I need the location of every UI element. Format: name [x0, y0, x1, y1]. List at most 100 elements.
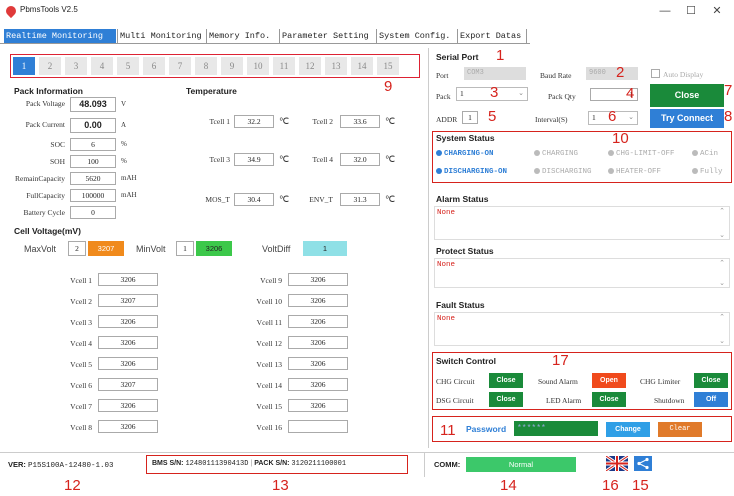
tab-memory-info[interactable]: Memory Info. [206, 29, 278, 43]
window-title: PbmsTools V2.5 [20, 5, 78, 14]
footer-divider [0, 452, 734, 453]
tab-system-config[interactable]: System Config. [376, 29, 456, 43]
scroll-up-icon[interactable]: ⌃ [719, 313, 725, 321]
status-label: DISCHARGING-ON [444, 168, 508, 176]
tcell3-unit: ℃ [279, 154, 290, 164]
pack-tab-2[interactable]: 2 [39, 57, 61, 75]
pack-sn-label: PACK S/N: [254, 460, 290, 467]
chg-circuit-label: CHG Circuit [436, 377, 475, 386]
sound-alarm-button[interactable]: Open [592, 373, 626, 388]
pack-tab-11[interactable]: 11 [273, 57, 295, 75]
clear-password-button[interactable]: Clear [658, 422, 702, 437]
pack-tab-4[interactable]: 4 [91, 57, 113, 75]
vcell-label: Vcell 16 [256, 423, 282, 432]
voltdiff-label: VoltDiff [262, 244, 291, 254]
status-dot-icon [692, 168, 698, 175]
tcell3-label: Tcell 3 [209, 155, 230, 164]
status-label: DISCHARGING [542, 168, 592, 176]
pack-tab-8[interactable]: 8 [195, 57, 217, 75]
remain-capacity-value: 5620 [70, 172, 116, 185]
pack-info-title: Pack Information [14, 86, 83, 96]
vcell-label: Vcell 9 [260, 276, 282, 285]
shutdown-button[interactable]: Off [694, 392, 728, 407]
close-window-button[interactable]: ✕ [706, 3, 728, 19]
pack-tab-7[interactable]: 7 [169, 57, 191, 75]
minimize-button[interactable]: — [654, 3, 676, 19]
tab-realtime-monitoring[interactable]: Realtime Monitoring [4, 29, 116, 43]
change-password-button[interactable]: Change [606, 422, 650, 437]
uk-flag-icon[interactable] [605, 454, 629, 473]
protect-status-box[interactable]: None ⌃ ⌄ [434, 258, 730, 288]
led-alarm-button[interactable]: Close [592, 392, 626, 407]
pack-voltage-value: 48.093 [70, 97, 116, 112]
scroll-up-icon[interactable]: ⌃ [719, 259, 725, 267]
pack-select-value: 1 [460, 89, 464, 98]
pack-tab-15[interactable]: 15 [377, 57, 399, 75]
status-dot-icon [436, 150, 442, 157]
pack-current-label: Pack Current [25, 120, 65, 129]
dsg-circuit-button[interactable]: Close [489, 392, 523, 407]
tab-export-datas[interactable]: Export Datas [457, 29, 527, 43]
remain-capacity-unit: mAH [121, 174, 137, 182]
chg-limiter-button[interactable]: Close [694, 373, 728, 388]
chg-circuit-button[interactable]: Close [489, 373, 523, 388]
pack-tab-9[interactable]: 9 [221, 57, 243, 75]
status-label: CHG-LIMIT-OFF [616, 150, 675, 158]
battery-cycle-label: Battery Cycle [23, 208, 65, 217]
pack-tab-6[interactable]: 6 [143, 57, 165, 75]
fault-status-box[interactable]: None ⌃ ⌄ [434, 312, 730, 346]
vcell-label: Vcell 3 [70, 318, 92, 327]
addr-input[interactable]: 1 [462, 111, 478, 124]
status-label: ACin [700, 150, 719, 158]
alarm-status-box[interactable]: None ⌃ ⌄ [434, 206, 730, 240]
led-alarm-label: LED Alarm [546, 396, 582, 405]
tab-multi-monitoring[interactable]: Multi Monitoring [117, 29, 205, 43]
scroll-down-icon[interactable]: ⌄ [719, 279, 725, 287]
pack-tab-1[interactable]: 1 [13, 57, 35, 75]
menu-tabs: Realtime Monitoring Multi Monitoring Mem… [0, 29, 530, 43]
vcell-label: Vcell 2 [70, 297, 92, 306]
pack-tab-12[interactable]: 12 [299, 57, 321, 75]
vcell-value: 3206 [98, 357, 158, 370]
annotation-1: 1 [496, 47, 505, 64]
pack-tab-10[interactable]: 10 [247, 57, 269, 75]
vcell-value: 3207 [98, 378, 158, 391]
status-fully: Fully [692, 168, 723, 176]
maximize-button[interactable]: ☐ [680, 3, 702, 19]
port-select[interactable]: COM3 [464, 67, 526, 80]
try-connect-button[interactable]: Try Connect [650, 109, 724, 128]
minvolt-value: 3206 [196, 241, 232, 256]
pack-tab-5[interactable]: 5 [117, 57, 139, 75]
baud-rate-select[interactable]: 9600 [586, 67, 638, 80]
scroll-up-icon[interactable]: ⌃ [719, 207, 725, 215]
status-dot-icon [692, 150, 698, 157]
pack-tab-13[interactable]: 13 [325, 57, 347, 75]
soh-label: SOH [49, 157, 65, 166]
vcell-value [288, 420, 348, 433]
status-dot-icon [534, 168, 540, 175]
auto-display-checkbox[interactable] [651, 69, 660, 78]
vcell-label: Vcell 14 [256, 381, 282, 390]
pack-tab-3[interactable]: 3 [65, 57, 87, 75]
mos-temp-label: MOS_T [205, 195, 230, 204]
vcell-label: Vcell 10 [256, 297, 282, 306]
annotation-4: 4 [626, 85, 635, 102]
battery-cycle-value: 0 [70, 206, 116, 219]
close-connection-button[interactable]: Close [650, 84, 724, 107]
tab-parameter-setting[interactable]: Parameter Setting [279, 29, 375, 43]
scroll-down-icon[interactable]: ⌄ [719, 337, 725, 345]
comm-status-badge: Normal [466, 457, 576, 472]
footer-separator [424, 453, 425, 477]
annotation-16: 16 [602, 477, 619, 494]
share-icon[interactable] [634, 456, 652, 471]
maxvolt-index: 2 [68, 241, 86, 256]
vcell-label: Vcell 6 [70, 381, 92, 390]
scroll-down-icon[interactable]: ⌄ [719, 231, 725, 239]
version-value: P15S100A-12480-1.03 [28, 462, 114, 470]
tcell1-value: 32.2 [234, 115, 274, 128]
password-input[interactable]: ****** [514, 421, 598, 436]
voltdiff-value: 1 [303, 241, 347, 256]
pack-tab-14[interactable]: 14 [351, 57, 373, 75]
switch-control-title: Switch Control [436, 356, 496, 366]
vcell-label: Vcell 1 [70, 276, 92, 285]
